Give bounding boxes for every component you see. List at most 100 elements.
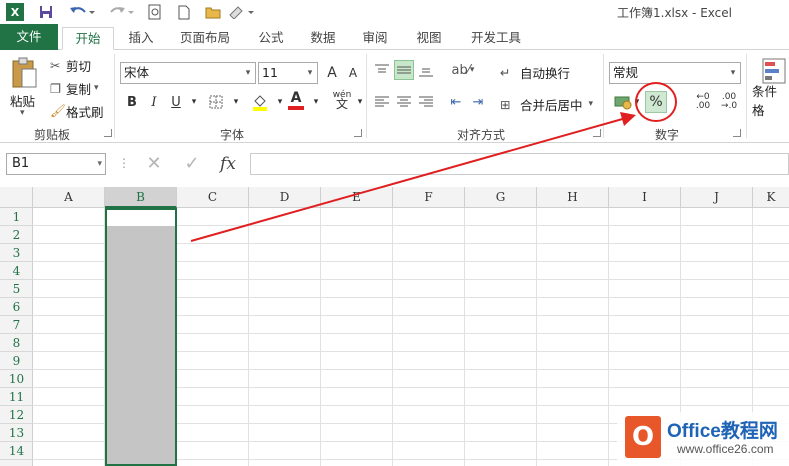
row-header[interactable]: 13 [0,424,33,442]
name-box[interactable]: B1 ▾ [6,153,106,175]
redo-icon[interactable] [106,3,138,21]
font-name-combobox[interactable]: 宋体 ▾ [120,62,256,84]
shrink-font-button[interactable]: A [343,63,363,83]
format-painter-button[interactable]: 🖌 格式刷 [50,102,104,120]
tab-review[interactable]: 审阅 [352,27,398,50]
undo-icon[interactable] [66,3,98,21]
font-size-combobox[interactable]: 11 ▾ [258,62,318,84]
percent-style-button[interactable]: % [645,91,667,113]
select-all-corner[interactable] [0,187,33,208]
paste-dropdown-icon[interactable]: ▾ [20,108,25,118]
font-color-button[interactable]: A [286,90,306,110]
phonetic-dropdown-icon[interactable]: ▾ [350,92,370,112]
align-middle-button[interactable] [394,60,414,80]
row-header[interactable]: 1 [0,208,33,226]
row-header[interactable]: 10 [0,370,33,388]
column-header[interactable]: D [249,187,321,208]
font-launcher-icon[interactable] [354,129,362,137]
orientation-dropdown-icon[interactable]: ▾ [470,65,475,75]
font-color-dropdown-icon[interactable]: ▾ [306,92,326,112]
tab-home[interactable]: 开始 [62,27,114,50]
column-header[interactable]: G [465,187,537,208]
column-header[interactable]: J [681,187,753,208]
borders-dropdown-icon[interactable]: ▾ [226,92,246,112]
row-header[interactable]: 8 [0,334,33,352]
clipboard-launcher-icon[interactable] [104,129,112,137]
cut-button[interactable]: ✂ 剪切 [50,56,91,74]
print-preview-icon[interactable] [146,3,164,21]
conditional-formatting-button[interactable]: 条件格 [752,84,789,118]
formula-input[interactable] [250,153,789,175]
row-header[interactable]: 4 [0,262,33,280]
customize-qat-icon[interactable] [226,3,260,21]
tab-data[interactable]: 数据 [300,27,346,50]
merge-center-button[interactable]: ⊞ 合并后居中 ▾ [500,94,593,114]
row-header[interactable]: 6 [0,298,33,316]
column-header[interactable]: A [33,187,105,208]
increase-decimal-button[interactable]: ←0.00 [692,92,714,112]
new-file-icon[interactable] [176,3,192,21]
tab-view[interactable]: 视图 [406,27,452,50]
bold-button[interactable]: B [122,92,142,112]
decrease-decimal-button[interactable]: .00 →.0 [718,92,740,112]
tab-developer[interactable]: 开发工具 [460,27,532,50]
row-header[interactable]: 2 [0,226,33,244]
alignment-launcher-icon[interactable] [593,129,601,137]
row-header[interactable]: 3 [0,244,33,262]
column-header-selected[interactable]: B [105,187,177,208]
align-bottom-button[interactable] [416,60,436,80]
copy-dropdown-icon[interactable]: ▾ [94,83,99,93]
paste-icon[interactable] [8,56,40,90]
number-launcher-icon[interactable] [733,129,741,137]
column-header[interactable]: E [321,187,393,208]
insert-function-icon[interactable]: fx [214,152,242,176]
row-header[interactable]: 5 [0,280,33,298]
align-center-button[interactable] [394,92,414,112]
enter-icon[interactable]: ✓ [178,152,206,176]
number-format-combobox[interactable]: 常规 ▾ [609,62,741,84]
fill-color-button[interactable] [250,92,270,112]
grow-font-button[interactable]: A [322,63,342,83]
column-header[interactable]: F [393,187,465,208]
active-cell-b1[interactable] [107,210,175,226]
wrap-text-label: 自动换行 [520,65,571,81]
chevron-down-icon[interactable]: ▾ [241,63,255,83]
wrap-text-button[interactable]: ↵ 自动换行 [500,62,570,82]
tab-file[interactable]: 文件 [0,24,58,50]
cancel-icon[interactable]: ✕ [140,152,168,176]
row-header[interactable]: 12 [0,406,33,424]
chevron-down-icon[interactable]: ▾ [303,63,317,83]
align-left-button[interactable] [372,92,392,112]
align-right-button[interactable] [416,92,436,112]
tab-insert[interactable]: 插入 [118,27,164,50]
increase-indent-button[interactable]: ⇥ [468,92,488,112]
underline-dropdown-icon[interactable]: ▾ [184,92,204,112]
brush-icon: 🖌 [50,103,66,118]
tab-page-layout[interactable]: 页面布局 [170,27,240,50]
orientation-button[interactable]: ab⁄ ▾ [448,60,478,80]
group-divider [366,54,367,138]
column-header[interactable]: K [753,187,789,208]
underline-button[interactable]: U [166,92,186,112]
selected-column-b[interactable] [105,208,177,466]
chevron-down-icon[interactable]: ▾ [726,63,740,83]
column-header[interactable]: C [177,187,249,208]
borders-button[interactable] [206,92,226,112]
column-header[interactable]: I [609,187,681,208]
merge-dropdown-icon[interactable]: ▾ [589,99,594,109]
tab-formulas[interactable]: 公式 [248,27,294,50]
copy-button[interactable]: ❐ 复制 ▾ [50,79,99,97]
row-header[interactable]: 14 [0,442,33,460]
column-header[interactable]: H [537,187,609,208]
decrease-indent-button[interactable]: ⇤ [446,92,466,112]
accounting-dropdown-icon[interactable]: ▾ [632,92,642,112]
row-header[interactable]: 7 [0,316,33,334]
row-header[interactable]: 9 [0,352,33,370]
open-folder-icon[interactable] [204,3,222,21]
save-icon[interactable] [36,3,56,21]
italic-button[interactable]: I [144,92,164,112]
paste-button[interactable]: 粘贴 [10,92,35,109]
row-header[interactable]: 11 [0,388,33,406]
chevron-down-icon[interactable]: ▾ [97,154,102,174]
align-top-button[interactable] [372,60,392,80]
